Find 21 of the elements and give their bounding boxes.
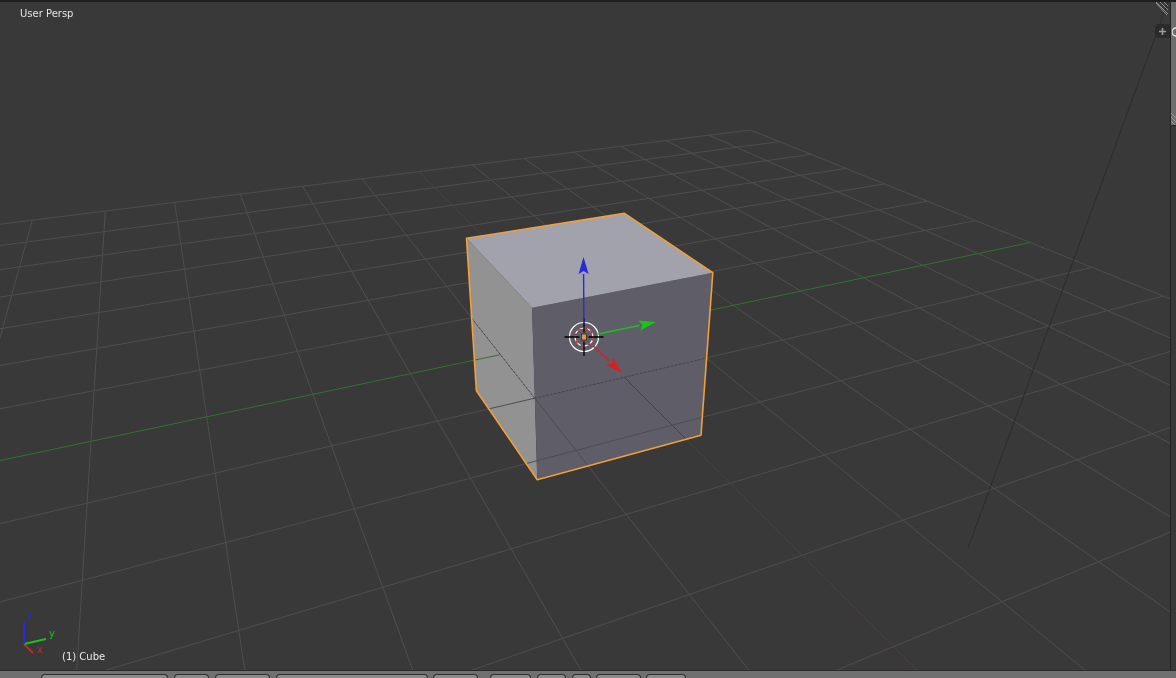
toolbar-button[interactable] (41, 674, 168, 678)
axis-label: x (37, 644, 43, 655)
axis-label: y (49, 628, 55, 639)
toolbar-button[interactable] (433, 674, 478, 678)
axis-label: z (27, 611, 33, 622)
plus-icon (1159, 27, 1166, 35)
toolbar-button[interactable] (646, 674, 686, 678)
toolbar-button[interactable] (537, 674, 566, 678)
object-label: (1) Cube (62, 651, 106, 663)
toolbar-button[interactable] (490, 674, 531, 678)
corner-handle-icon[interactable] (1156, 2, 1168, 15)
gizmo-arrow[interactable] (578, 257, 589, 325)
corner-handle-icon[interactable] (1171, 113, 1176, 125)
toolbar-button[interactable] (596, 674, 641, 678)
toolbar-button[interactable] (276, 674, 428, 678)
toolbar-button[interactable] (174, 674, 209, 678)
toolbar-button[interactable] (215, 674, 270, 678)
view-name: User Persp (20, 8, 74, 20)
panel-tab[interactable] (1155, 24, 1170, 38)
gizmo-arrow[interactable] (596, 320, 656, 335)
toolbar-button[interactable] (572, 674, 591, 678)
